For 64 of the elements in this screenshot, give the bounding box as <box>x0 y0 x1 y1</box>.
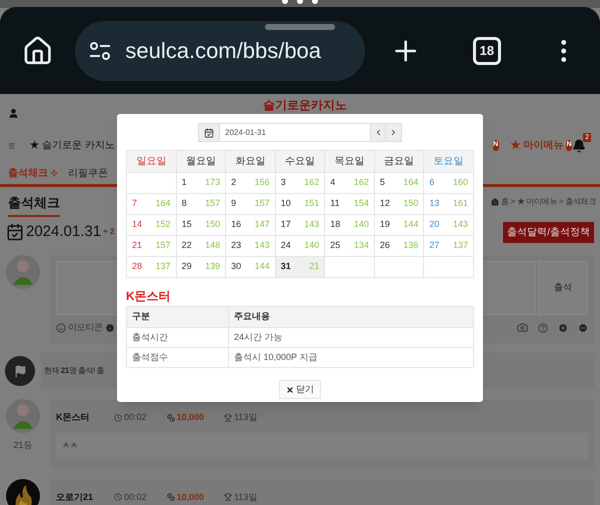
calendar-button[interactable]: 출석달력/출석정책 <box>503 222 594 242</box>
weekday-header: 금요일 <box>374 151 424 173</box>
nav-link[interactable]: ★ 슬기로운 카지노 <box>29 138 115 153</box>
calendar-day[interactable]: 15 150 <box>176 215 226 236</box>
calendar-day[interactable]: 10 151 <box>276 194 326 215</box>
calendar-day[interactable]: 16 147 <box>226 215 276 236</box>
message-box: ㅊㅊ <box>56 432 588 458</box>
calendar-day[interactable]: 25 134 <box>325 236 375 257</box>
rank-label: 21등 <box>13 439 32 452</box>
close-button[interactable]: 닫기 <box>279 380 321 399</box>
calendar-day[interactable]: 31 21 <box>276 257 326 278</box>
calendar-day[interactable]: 14 152 <box>127 215 177 236</box>
calendar-day[interactable]: 29 139 <box>176 257 226 278</box>
weekday-header: 월요일 <box>176 151 226 173</box>
table-cell: 24시간 가능 <box>229 328 474 348</box>
calendar-day[interactable]: 5 164 <box>374 173 424 194</box>
table-cell: 출석점수 <box>127 348 229 368</box>
days-text: 113일 <box>234 411 258 424</box>
notice-text: 현재 21명 출석! 출 <box>44 365 104 377</box>
page-title: 출석체크 <box>8 193 60 217</box>
calendar-day[interactable]: 13 161 <box>424 194 474 215</box>
info-title: K몬스터 <box>126 288 172 305</box>
tab[interactable]: 리필쿠폰 <box>68 166 108 180</box>
weekday-header: 화요일 <box>226 151 276 173</box>
user-name: 오로기21 <box>56 490 94 504</box>
column-header: 구분 <box>127 307 229 328</box>
weekday-header: 일요일 <box>127 151 177 173</box>
column-header: 주요내용 <box>229 307 474 328</box>
calendar-day[interactable]: 11 154 <box>325 194 375 215</box>
weekday-header: 목요일 <box>325 151 375 173</box>
points-text: 10,000 <box>176 490 204 504</box>
date-heading: 2024.01.31 <box>26 222 102 242</box>
calendar-day[interactable]: 7 164 <box>127 194 177 215</box>
table-cell: 출석시 10,000P 지급 <box>229 348 474 368</box>
weekday-header: 수요일 <box>276 151 326 173</box>
calendar-day[interactable]: 1 173 <box>176 173 226 194</box>
url-text: seulca.com/bbs/boa <box>125 37 322 65</box>
calendar-day[interactable]: 4 162 <box>325 173 375 194</box>
table-cell: 출석시간 <box>127 328 229 348</box>
days-text: 113일 <box>234 490 258 504</box>
calendar-day[interactable]: 2 156 <box>226 173 276 194</box>
calendar-day[interactable]: 12 150 <box>374 194 424 215</box>
breadcrumb: 홈 > ★ 마이메뉴 > 출석체크 <box>500 196 596 208</box>
calendar-day[interactable]: 19 144 <box>374 215 424 236</box>
date-extra: + 2 <box>103 226 114 238</box>
calendar-day[interactable]: 9 157 <box>226 194 276 215</box>
calendar-day[interactable]: 3 162 <box>276 173 326 194</box>
calendar-day[interactable]: 21 157 <box>127 236 177 257</box>
calendar-day[interactable]: 23 143 <box>226 236 276 257</box>
date-field[interactable]: 2024-01-31 <box>220 123 370 142</box>
user-name: K몬스터 <box>56 411 90 424</box>
weekday-header: 토요일 <box>424 151 474 173</box>
calendar-day[interactable]: 26 136 <box>374 236 424 257</box>
submit-button[interactable]: 출석 <box>538 261 588 315</box>
calendar-day[interactable]: 18 140 <box>325 215 375 236</box>
time-text: 00:02 <box>124 490 147 504</box>
points-text: 10,000 <box>176 411 204 424</box>
tab-count-button[interactable]: 18 <box>473 36 501 64</box>
time-text: 00:02 <box>124 411 147 424</box>
calendar-day[interactable]: 8 157 <box>176 194 226 215</box>
calendar-day[interactable]: 28 137 <box>127 257 177 278</box>
calendar-day[interactable]: 17 143 <box>276 215 326 236</box>
address-bar[interactable]: seulca.com/bbs/boa <box>75 20 365 80</box>
calendar-day[interactable]: 22 148 <box>176 236 226 257</box>
